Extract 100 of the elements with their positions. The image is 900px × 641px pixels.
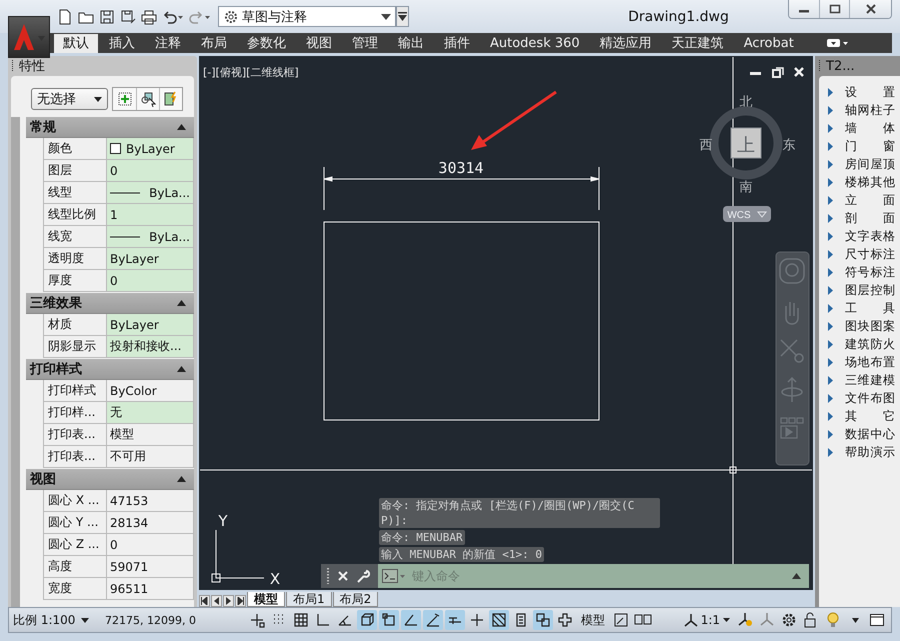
ribbon-tab[interactable]: 注释 [146,34,190,52]
property-value[interactable]: 无 [107,402,194,423]
tool-menu-item[interactable]: 建筑防火 [819,335,895,353]
section-header[interactable]: 三维效果 [26,293,194,314]
save-button[interactable] [98,8,116,26]
ribbon-tab[interactable]: 默认 [54,34,98,52]
drafting-toggle[interactable] [445,610,465,630]
ribbon-tab[interactable]: 精选应用 [590,34,661,52]
drafting-toggle[interactable] [533,610,553,630]
property-value[interactable]: 59071 [107,556,194,577]
save-as-button[interactable] [119,8,137,26]
property-value[interactable]: 47153 [107,490,194,511]
tool-menu-item[interactable]: 墙 体 [819,119,895,137]
coordinates-readout[interactable]: 72175, 12099, 0 [99,614,245,626]
close-icon[interactable] [338,571,348,581]
compass-west-label[interactable]: 西 [700,138,712,153]
last-tab-button[interactable] [235,595,246,607]
ribbon-tab[interactable]: 输出 [389,34,433,52]
tool-menu-item[interactable]: 场地布置 [819,353,895,371]
drafting-toggle[interactable] [423,610,443,630]
caret-up-icon[interactable] [792,573,801,579]
property-value[interactable]: ByLayer [107,314,194,335]
grip-icon[interactable] [818,60,821,72]
minimize-button[interactable] [789,0,819,18]
property-value[interactable]: 1 [107,204,194,225]
compass-south-label[interactable]: 南 [740,180,752,195]
property-value[interactable]: 96511 [107,578,194,599]
tool-menu-item[interactable]: 剖 面 [819,209,895,227]
ribbon-options-button[interactable] [826,38,849,48]
section-header[interactable]: 视图 [26,469,194,490]
close-button[interactable] [849,0,891,18]
tool-menu-item[interactable]: 图块图案 [819,317,895,335]
restore-icon[interactable] [772,67,784,78]
command-prompt-icon[interactable] [382,569,406,583]
tool-menu-item[interactable]: 立 面 [819,191,895,209]
property-value[interactable]: 0 [107,160,194,181]
tool-menu-item[interactable]: 轴网柱子 [819,101,895,119]
first-tab-button[interactable] [199,595,210,607]
tool-menu-item[interactable]: 图层控制 [819,281,895,299]
tool-menu-item[interactable]: 其 它 [819,407,895,425]
ribbon-tab[interactable]: Acrobat [734,34,803,52]
maximize-button[interactable] [819,0,849,18]
quick-select-button[interactable] [159,88,182,110]
grip-icon[interactable] [326,568,330,584]
annotation-scale-button[interactable]: 1:1 [680,613,733,627]
selection-dropdown[interactable]: 无选择 [31,88,108,110]
property-value[interactable]: 投射和接收... [107,336,194,357]
layout-tab[interactable]: 布局2 [332,592,378,607]
tool-menu-item[interactable]: 数据中心 [819,425,895,443]
compass-east-label[interactable]: 东 [782,138,796,153]
property-value[interactable]: ByLayer [107,248,194,269]
collapse-icon[interactable] [177,124,186,130]
property-value[interactable]: 28134 [107,512,194,533]
tool-menu-item[interactable]: 房间屋顶 [819,155,895,173]
scrollbar[interactable] [11,117,20,607]
collapse-icon[interactable] [177,366,186,372]
section-header[interactable]: 打印样式 [26,359,194,380]
select-objects-button[interactable] [136,88,159,110]
tool-menu-item[interactable]: 楼梯其他 [819,173,895,191]
property-value[interactable]: ByLa... [107,182,194,203]
toolbar-menu-button[interactable] [396,6,409,27]
ribbon-tab[interactable]: 插件 [435,34,479,52]
tool-menu-item[interactable]: 尺寸标注 [819,245,895,263]
section-header[interactable]: 常规 [26,117,194,138]
collapse-icon[interactable] [177,476,186,482]
property-value[interactable]: ByLayer [107,138,194,159]
scale-dropdown[interactable]: 比例 1:100 [13,612,97,628]
wrench-icon[interactable] [356,569,370,583]
ribbon-tab[interactable]: 插入 [100,34,144,52]
next-tab-button[interactable] [223,595,234,607]
drafting-toggle[interactable] [357,610,377,630]
tool-menu-item[interactable]: 工 具 [819,299,895,317]
ribbon-tab[interactable]: 布局 [192,34,236,52]
drafting-toggle[interactable] [379,610,399,630]
layout-tab[interactable]: 模型 [247,592,285,607]
property-value[interactable]: 模型 [107,424,194,445]
viewport-controls-label[interactable]: [-][俯视][二维线框] [203,65,299,80]
property-value[interactable]: ByLa... [107,226,194,247]
ribbon-tab[interactable]: 管理 [343,34,387,52]
ribbon-tab[interactable]: Autodesk 360 [481,34,589,52]
property-value[interactable]: ByColor [107,380,194,401]
drafting-toggle[interactable] [401,610,421,630]
ribbon-tab[interactable]: 天正建筑 [662,34,733,52]
property-value[interactable]: 不可用 [107,446,194,467]
ribbon-tab[interactable]: 视图 [297,34,341,52]
tool-menu-item[interactable]: 设 置 [819,83,895,101]
tool-menu-item[interactable]: 符号标注 [819,263,895,281]
view-cube[interactable] [730,128,762,158]
toggle-pickadd-button[interactable] [113,88,136,110]
property-value[interactable]: 0 [107,534,194,555]
property-value[interactable]: 0 [107,270,194,291]
collapse-icon[interactable] [177,300,186,306]
tool-menu-item[interactable]: 三维建模 [819,371,895,389]
close-icon[interactable] [793,67,805,78]
print-button[interactable] [140,8,158,26]
workspace-dropdown[interactable]: 草图与注释 [218,6,396,27]
layout-tab[interactable]: 布局1 [286,592,332,607]
tool-menu-item[interactable]: 文件布图 [819,389,895,407]
tool-menu-item[interactable]: 文字表格 [819,227,895,245]
grip-icon[interactable] [11,60,14,72]
